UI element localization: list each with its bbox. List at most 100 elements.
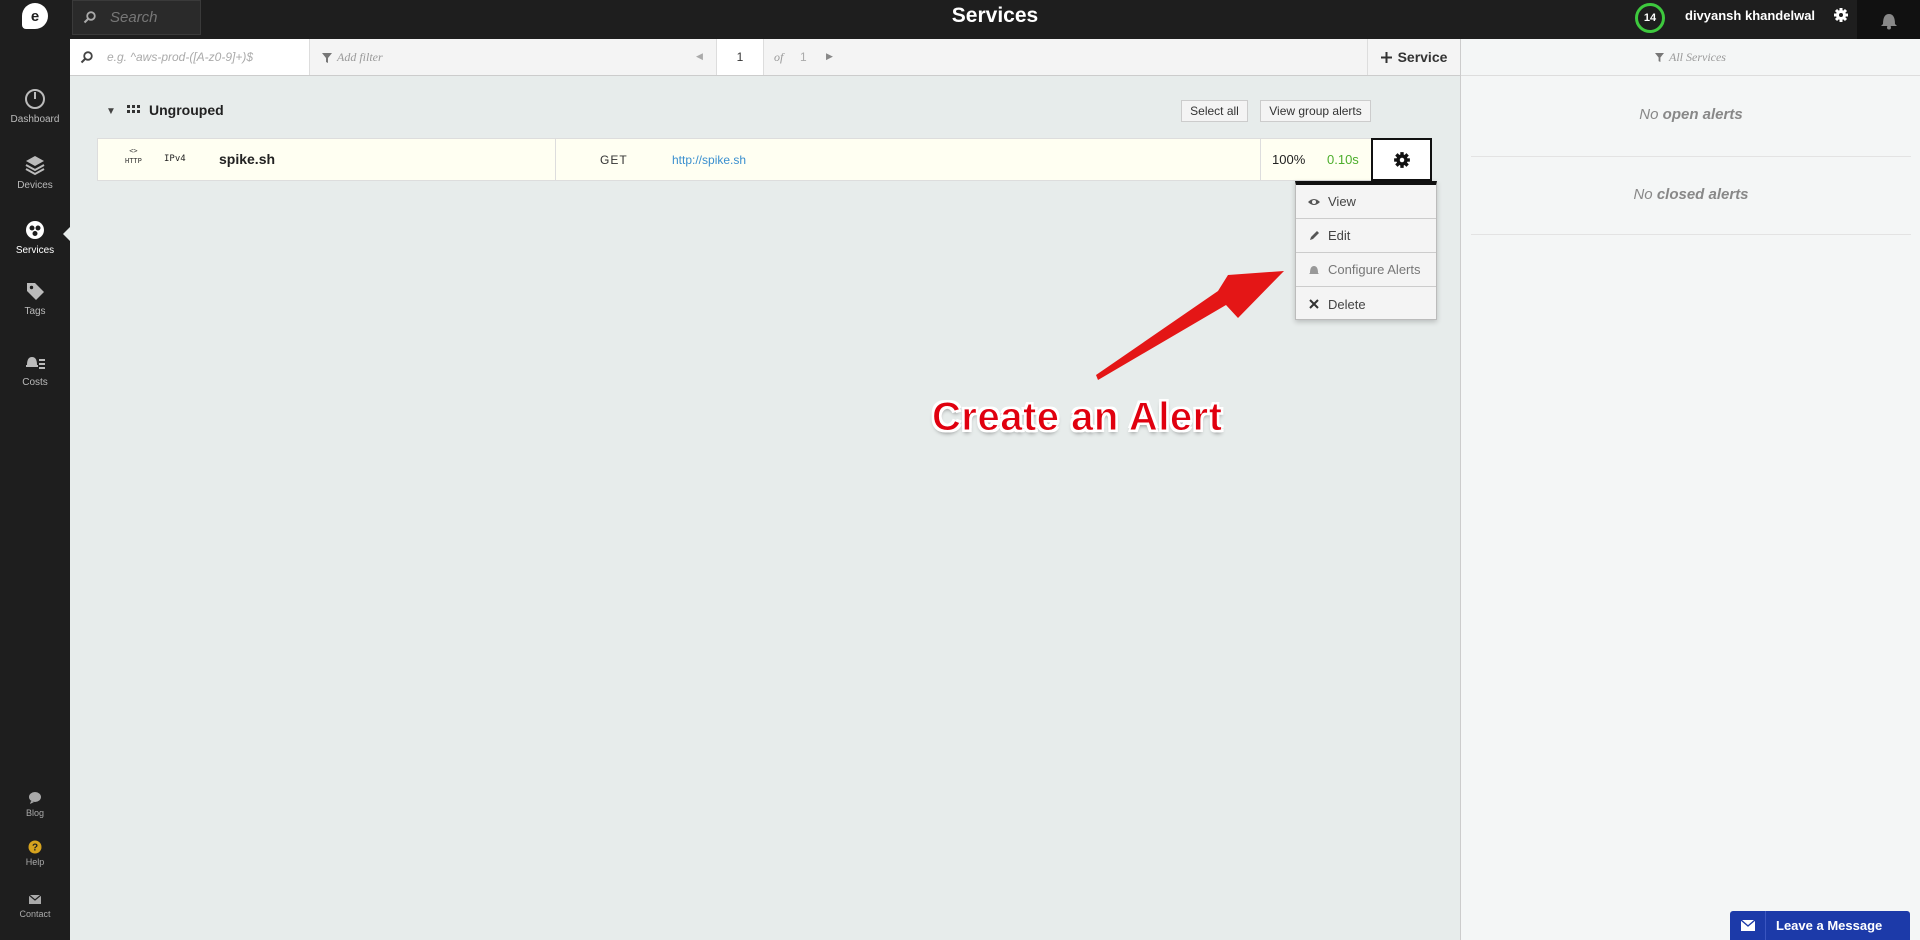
settings-gear-icon[interactable] [1833, 7, 1849, 23]
leave-message-widget[interactable]: Leave a Message [1730, 911, 1910, 940]
alert-count-badge[interactable]: 14 [1635, 3, 1665, 33]
menu-item-label: Configure Alerts [1328, 262, 1421, 277]
menu-item-edit[interactable]: Edit [1296, 219, 1436, 253]
ip-version-tag: IPv4 [164, 154, 186, 164]
global-search[interactable] [72, 0, 201, 35]
regex-search[interactable] [70, 39, 310, 75]
sidebar-item-costs[interactable]: Costs [0, 351, 70, 388]
next-page-icon[interactable]: ▶ [826, 51, 833, 62]
service-actions-menu: View Edit Configure Alerts Delete [1295, 181, 1437, 320]
sidebar-item-services[interactable]: Services [0, 219, 70, 256]
sidebar-item-blog[interactable]: Blog [0, 791, 70, 818]
plus-icon [1380, 51, 1392, 63]
service-type-tag: <> HTTP [125, 146, 142, 166]
uptime-value: 100% [1272, 152, 1306, 167]
sidebar-item-label: Contact [19, 909, 51, 919]
closed-alerts-prefix: No [1633, 186, 1653, 203]
add-service-button[interactable]: Service [1367, 39, 1460, 75]
prev-page-icon[interactable]: ◀ [696, 51, 703, 62]
sidebar-item-dashboard[interactable]: Dashboard [0, 88, 70, 125]
group-collapse-toggle[interactable]: ▼ [106, 106, 116, 117]
search-input[interactable] [110, 9, 190, 26]
group-grid-icon [127, 105, 140, 113]
envelope-icon [1730, 911, 1766, 940]
close-icon [1309, 299, 1319, 309]
filter-bar: Add filter ◀ 1 of 1 ▶ Service [70, 39, 1460, 76]
open-alerts-label: open alerts [1662, 106, 1743, 123]
top-bar: Services 14 divyansh khandelwal [70, 0, 1920, 39]
alerts-filter-label: All Services [1669, 49, 1726, 64]
service-name[interactable]: spike.sh [219, 151, 275, 167]
page-total: 1 [800, 50, 807, 64]
closed-alerts-label: closed alerts [1656, 186, 1749, 203]
filter-icon [1655, 52, 1664, 62]
alerts-panel: All Services No open alerts No closed al… [1460, 39, 1920, 940]
envelope-icon [28, 894, 42, 904]
menu-item-label: Edit [1328, 228, 1351, 243]
service-url-link[interactable]: http://spike.sh [672, 153, 746, 167]
sidebar-item-label: Tags [24, 306, 46, 317]
code-icon: <> [129, 147, 138, 155]
response-time-value: 0.10s [1327, 152, 1359, 167]
dashboard-icon [25, 89, 45, 109]
divider [555, 139, 556, 180]
service-type-label: HTTP [125, 157, 142, 165]
services-icon [26, 221, 44, 239]
regex-input[interactable] [107, 50, 307, 64]
page-number-input[interactable]: 1 [716, 39, 764, 75]
view-group-alerts-button[interactable]: View group alerts [1260, 100, 1371, 122]
sidebar-item-tags[interactable]: Tags [0, 280, 70, 317]
gear-icon [1393, 151, 1410, 168]
app-logo[interactable]: e [22, 3, 48, 29]
divider [1471, 156, 1911, 157]
http-method: GET [600, 153, 628, 167]
add-filter-button[interactable]: Add filter [322, 50, 383, 65]
costs-icon [26, 357, 45, 369]
select-all-button[interactable]: Select all [1181, 100, 1248, 122]
sidebar-item-label: Help [25, 857, 45, 867]
bell-icon [1309, 266, 1319, 274]
open-alerts-prefix: No [1639, 106, 1659, 123]
chat-bubble-icon [29, 792, 41, 804]
notifications-button[interactable] [1857, 0, 1920, 39]
menu-item-delete[interactable]: Delete [1296, 287, 1436, 321]
closed-alerts-status: No closed alerts [1461, 186, 1920, 203]
menu-item-label: View [1328, 194, 1356, 209]
help-icon: ? [28, 840, 42, 854]
search-icon [83, 11, 96, 24]
filter-icon [322, 52, 332, 63]
group-title: Ungrouped [149, 102, 224, 118]
alerts-panel-header[interactable]: All Services [1461, 39, 1920, 76]
menu-item-view[interactable]: View [1296, 185, 1436, 219]
menu-item-label: Delete [1328, 296, 1366, 312]
sidebar-item-label: Blog [25, 808, 44, 818]
divider [1471, 234, 1911, 235]
service-settings-button[interactable] [1371, 138, 1432, 181]
sidebar-item-label: Services [15, 245, 55, 256]
search-icon [80, 50, 93, 63]
annotation-arrow [1096, 271, 1284, 380]
add-filter-label: Add filter [337, 50, 383, 64]
page-of-label: of [774, 50, 784, 64]
divider [1260, 139, 1261, 180]
bell-icon [1880, 13, 1897, 29]
add-service-label: Service [1397, 49, 1448, 65]
tag-icon [27, 283, 44, 300]
user-name[interactable]: divyansh khandelwal [1685, 8, 1815, 23]
sidebar-item-label: Costs [22, 377, 48, 388]
sidebar-item-contact[interactable]: Contact [0, 892, 70, 919]
annotation-label: Create an Alert [932, 395, 1223, 440]
menu-item-configure-alerts[interactable]: Configure Alerts [1296, 253, 1436, 287]
sidebar-item-label: Dashboard [10, 114, 60, 125]
open-alerts-status: No open alerts [1461, 106, 1920, 123]
eye-icon [1308, 199, 1320, 205]
svg-text:?: ? [32, 843, 38, 854]
layers-icon [25, 156, 45, 176]
pencil-icon [1310, 231, 1319, 240]
sidebar-item-label: Devices [17, 180, 53, 191]
service-row[interactable]: <> HTTP IPv4 spike.sh GET http://spike.s… [97, 138, 1432, 181]
sidebar: e Dashboard Devices Services Tags Costs … [0, 0, 70, 940]
sidebar-item-help[interactable]: ? Help [0, 840, 70, 867]
sidebar-item-devices[interactable]: Devices [0, 154, 70, 191]
logo-letter: e [30, 7, 40, 25]
